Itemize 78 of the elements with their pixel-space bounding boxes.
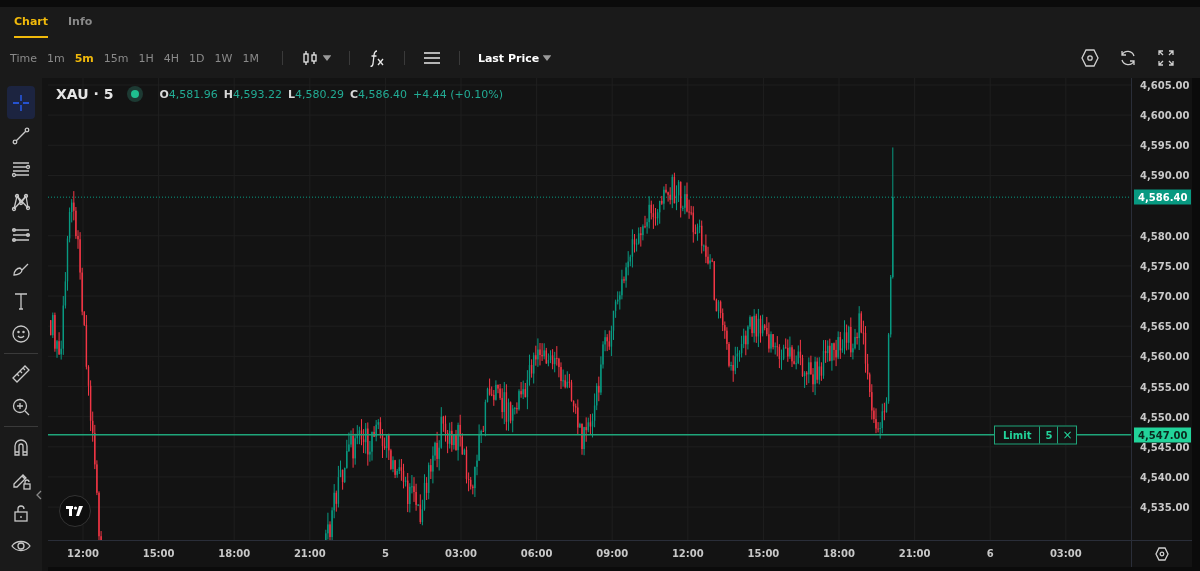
- price-tick: 4,600.00: [1140, 109, 1190, 121]
- ohlc-value: 4,586.40: [358, 87, 407, 101]
- time-tick: 21:00: [898, 548, 931, 559]
- ruler-icon[interactable]: [11, 363, 31, 384]
- status-dot: [127, 86, 144, 102]
- ohlc-value: 4,593.22: [232, 87, 282, 101]
- interval-button[interactable]: 1m: [41, 51, 70, 65]
- ohlc-value: 4,580.29: [294, 87, 344, 101]
- price-source-dropdown[interactable]: Last Price: [477, 51, 552, 65]
- pattern-icon[interactable]: [11, 191, 31, 212]
- ohlc-label: C: [349, 87, 358, 101]
- ohlc-value: 4,581.96: [168, 87, 218, 101]
- time-tick: 09:00: [596, 548, 629, 559]
- interval-button[interactable]: 1D: [184, 51, 210, 65]
- caret-icon: [543, 54, 552, 62]
- refresh-icon: [1118, 48, 1138, 68]
- interval-button[interactable]: 5m: [69, 51, 99, 65]
- refresh-button[interactable]: [1118, 48, 1138, 68]
- ohlc-label: H: [223, 87, 233, 101]
- time-tick: 06:00: [520, 548, 553, 559]
- price-tick: 4,550.00: [1140, 411, 1190, 423]
- price-tick: 4,545.00: [1140, 441, 1190, 453]
- price-tick: 4,535.00: [1140, 501, 1190, 513]
- time-tick: 12:00: [67, 548, 99, 559]
- price-change: +4.44 (+0.10%): [413, 87, 503, 101]
- candles-icon: [300, 50, 319, 66]
- cancel-order-button[interactable]: ×: [1058, 426, 1077, 444]
- ohlc-label: L: [287, 87, 295, 101]
- fullscreen-icon: [1156, 48, 1176, 68]
- last-price-tag: 4,586.40: [1134, 189, 1192, 205]
- menu-icon: [422, 51, 441, 65]
- price-tick: 4,580.00: [1140, 230, 1190, 242]
- time-tick: 15:00: [747, 548, 780, 559]
- time-tick: 15:00: [142, 548, 175, 559]
- price-tick: 4,570.00: [1140, 290, 1190, 302]
- price-tick: 4,590.00: [1140, 169, 1190, 181]
- interval-button[interactable]: 1M: [237, 51, 264, 65]
- price-tick: 4,560.00: [1140, 350, 1190, 362]
- symbol-label: XAU · 5: [56, 86, 114, 102]
- time-tick: 12:00: [671, 548, 704, 559]
- interval-button[interactable]: 4H: [158, 51, 185, 65]
- settings-icon[interactable]: [1154, 546, 1170, 562]
- time-tick: 03:00: [445, 548, 477, 559]
- time-tick: 6: [986, 548, 994, 559]
- time-tick: 18:00: [823, 548, 855, 559]
- price-tick: 4,595.00: [1140, 139, 1190, 151]
- price-tick: 4,565.00: [1140, 320, 1190, 332]
- ohlc-label: O: [159, 87, 169, 101]
- settings-button[interactable]: [1080, 48, 1100, 68]
- settings-icon: [1080, 48, 1100, 68]
- chevron-left-icon: [36, 490, 42, 500]
- price-tick: 4,555.00: [1140, 381, 1190, 392]
- price-tick: 4,540.00: [1140, 471, 1190, 483]
- menu-button[interactable]: [422, 51, 441, 65]
- logo-icon[interactable]: [59, 495, 91, 527]
- fullscreen-button[interactable]: [1156, 48, 1176, 68]
- interval-button[interactable]: 1H: [133, 51, 159, 65]
- time-tick: 21:00: [293, 548, 326, 559]
- interval-button[interactable]: 15m: [98, 51, 134, 65]
- zoom-in-icon[interactable]: [11, 396, 31, 417]
- time-tick: 5: [381, 548, 389, 559]
- time-tick: 18:00: [218, 548, 251, 559]
- lock-icon[interactable]: [11, 502, 31, 523]
- order-quantity[interactable]: 5: [1040, 426, 1059, 444]
- trend-line-icon[interactable]: [11, 125, 31, 146]
- price-tick: 4,605.00: [1140, 79, 1190, 91]
- chart-type-button[interactable]: [300, 50, 331, 66]
- order-price-tag: 4,547.00: [1134, 427, 1192, 443]
- price-tick: 4,575.00: [1140, 260, 1190, 272]
- interval-button[interactable]: 1W: [209, 51, 238, 65]
- order-line[interactable]: [48, 434, 1132, 436]
- time-tick: 03:00: [1049, 548, 1082, 559]
- caret-icon: [322, 54, 331, 62]
- interval-label: Time: [10, 51, 38, 65]
- magnet-icon[interactable]: [11, 436, 31, 457]
- tab[interactable]: Info: [68, 7, 93, 38]
- order-type[interactable]: Limit: [995, 426, 1041, 444]
- smiley-icon[interactable]: [11, 323, 31, 344]
